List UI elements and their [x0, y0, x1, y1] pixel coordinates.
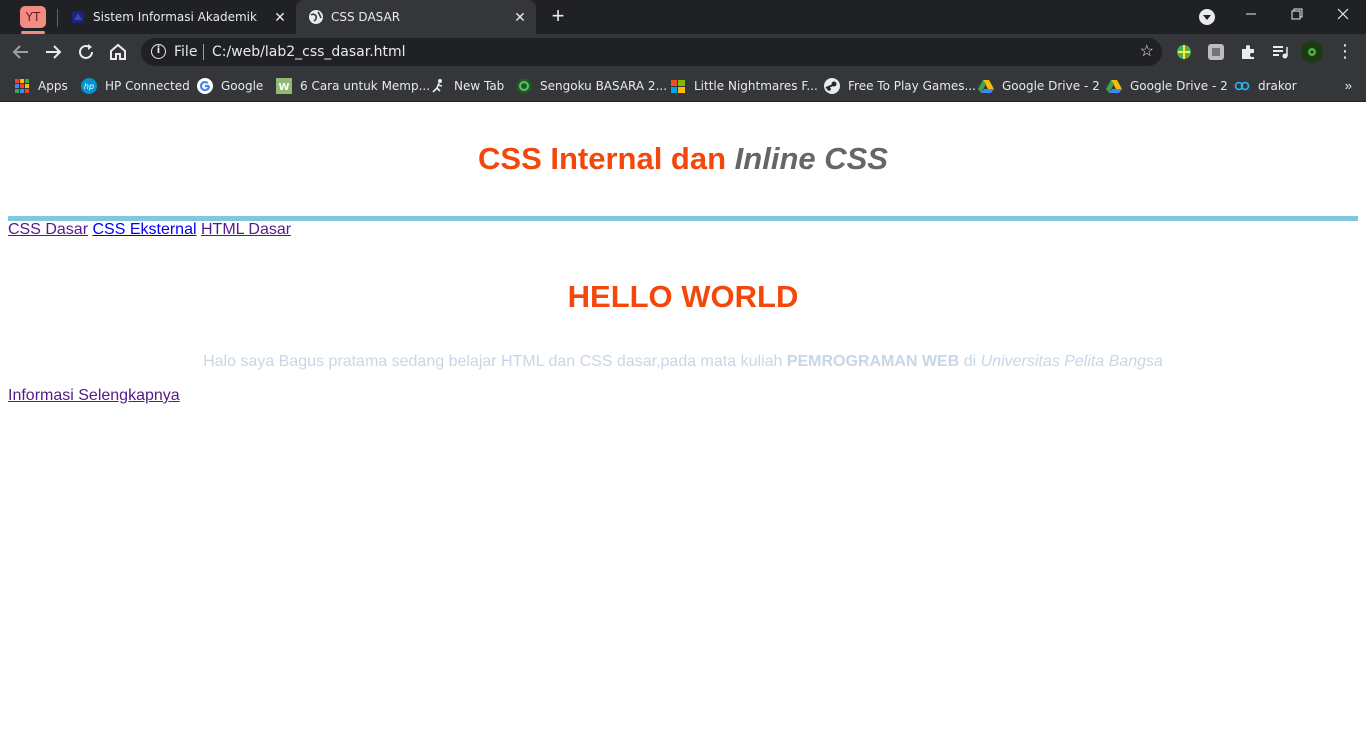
- tab-group-chip[interactable]: YT: [20, 6, 46, 34]
- academic-favicon-icon: [72, 11, 84, 23]
- tab-title: CSS DASAR: [331, 10, 401, 24]
- windows-flag-icon: [671, 80, 685, 93]
- bookmark-label: Free To Play Games...: [848, 79, 976, 93]
- address-bar[interactable]: i File C:/web/lab2_css_dasar.html ☆: [141, 38, 1162, 66]
- extension-screenshot-icon[interactable]: [1207, 43, 1225, 61]
- minimize-icon[interactable]: [1228, 0, 1274, 34]
- hello-world-heading: HELLO WORLD: [567, 279, 799, 314]
- bookmark-label: 6 Cara untuk Memp...: [300, 79, 431, 93]
- restore-icon[interactable]: [1274, 0, 1320, 34]
- media-queue-icon[interactable]: [1271, 43, 1289, 61]
- runner-icon: [432, 79, 443, 93]
- more-info-link[interactable]: Informasi Selengkapnya: [8, 387, 180, 405]
- page-heading: CSS Internal dan Inline CSS: [0, 141, 1366, 177]
- home-icon[interactable]: [106, 40, 130, 64]
- globe-icon: [309, 10, 323, 24]
- paragraph-italic: Universitas Pelita Bangsa: [980, 353, 1163, 370]
- intro-paragraph: Halo saya Bagus pratama sedang belajar H…: [0, 353, 1366, 371]
- tab-title: Sistem Informasi Akademik: [93, 10, 257, 24]
- bookmarks-bar: Apps hp HP Connected Google W 6 Cara unt…: [0, 70, 1366, 102]
- drakor-site-icon: [1234, 81, 1250, 91]
- bookmark-label: drakor: [1258, 79, 1297, 93]
- hp-logo-icon: hp: [81, 78, 97, 94]
- site-info-icon[interactable]: i: [151, 44, 166, 59]
- profile-avatar[interactable]: [1301, 41, 1323, 63]
- tab-sistem-informasi[interactable]: Sistem Informasi Akademik ✕: [58, 0, 296, 34]
- steam-icon: [824, 78, 840, 94]
- extension-globe-icon[interactable]: [1175, 43, 1193, 61]
- reload-icon[interactable]: [74, 40, 98, 64]
- bookmark-label: HP Connected: [105, 79, 190, 93]
- bookmark-star-icon[interactable]: ☆: [1140, 41, 1154, 61]
- svg-text:hp: hp: [84, 82, 94, 91]
- tab-css-dasar[interactable]: CSS DASAR ✕: [296, 0, 536, 34]
- bookmarks-overflow-icon[interactable]: »: [1345, 76, 1352, 96]
- wikihow-icon: W: [276, 78, 292, 94]
- google-drive-icon: [978, 80, 994, 93]
- paragraph-text: Halo saya Bagus pratama sedang belajar H…: [203, 353, 787, 370]
- tab-search-icon[interactable]: [1199, 9, 1215, 25]
- google-drive-icon: [1106, 80, 1122, 93]
- nav-link-html-dasar[interactable]: HTML Dasar: [201, 221, 291, 238]
- bookmark-label: Google Drive - 2: [1130, 79, 1228, 93]
- paragraph-bold: PEMROGRAMAN WEB: [786, 353, 960, 370]
- bookmark-label: Google Drive - 2: [1002, 79, 1100, 93]
- game-site-icon: [516, 78, 532, 94]
- tab-close-icon[interactable]: ✕: [512, 9, 528, 25]
- address-scheme-label: File: [174, 44, 198, 60]
- bookmark-label: New Tab: [454, 79, 505, 93]
- paragraph-mid: di: [959, 353, 981, 370]
- bookmark-label: Little Nightmares F...: [694, 79, 818, 93]
- tab-close-icon[interactable]: ✕: [272, 9, 288, 25]
- new-tab-icon[interactable]: +: [547, 5, 569, 28]
- heading-part3: CSS: [815, 141, 888, 176]
- bookmark-label: Google: [221, 79, 264, 93]
- back-arrow-icon[interactable]: [9, 40, 33, 64]
- menu-kebab-icon[interactable]: ⋮: [1333, 40, 1357, 64]
- bookmark-label: Apps: [38, 79, 68, 93]
- heading-part1: CSS Internal dan: [478, 141, 735, 176]
- bookmark-label: Sengoku BASARA 2...: [540, 79, 668, 93]
- heading-inline-word: Inline: [734, 141, 816, 176]
- nav-link-css-eksternal[interactable]: CSS Eksternal: [92, 221, 196, 238]
- page-viewport: CSS Internal dan Inline CSS CSS Dasar CS…: [0, 103, 1366, 738]
- address-divider: [203, 44, 204, 60]
- forward-arrow-icon[interactable]: [41, 40, 65, 64]
- apps-grid-icon: [15, 79, 29, 93]
- google-logo-icon: [197, 78, 213, 94]
- extensions-puzzle-icon[interactable]: [1239, 43, 1257, 61]
- address-url[interactable]: C:/web/lab2_css_dasar.html: [212, 44, 406, 60]
- tab-strip: YT Sistem Informasi Akademik ✕ CSS DASAR…: [0, 0, 1366, 34]
- svg-text:W: W: [278, 82, 289, 93]
- nav-link-css-dasar[interactable]: CSS Dasar: [8, 221, 88, 238]
- browser-toolbar: i File C:/web/lab2_css_dasar.html ☆ ⋮: [0, 34, 1366, 70]
- close-window-icon[interactable]: [1320, 0, 1366, 34]
- nav-links: CSS Dasar CSS Eksternal HTML Dasar: [8, 221, 291, 239]
